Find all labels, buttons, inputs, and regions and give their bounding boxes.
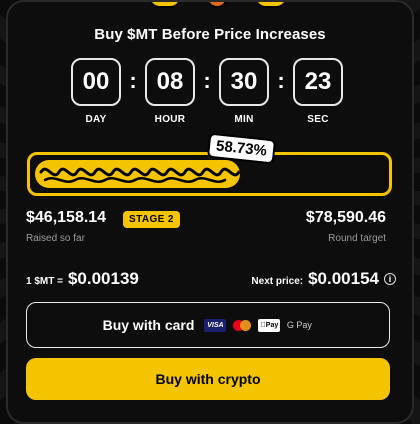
google-pay-icon: G Pay — [286, 320, 312, 330]
next-price-value: $0.00154 — [308, 269, 379, 288]
visa-icon: VISA — [204, 318, 227, 332]
target-label: Round target — [328, 233, 386, 244]
apple-pay-icon: Pay — [258, 318, 281, 332]
raised-amount: $46,158.14 — [26, 209, 107, 226]
payment-icons: VISA Pay G Pay — [204, 318, 313, 332]
target-amount: $78,590.46 — [305, 209, 386, 226]
stage-badge: STAGE 2 — [123, 211, 180, 228]
timer-hours: 08 — [145, 58, 195, 106]
price-row: 1 $MT = $0.00139 Next price: $0.00154 i — [26, 269, 396, 289]
page-title: Buy $MT Before Price Increases — [94, 26, 326, 43]
timer-separator: : — [277, 68, 285, 93]
timer-minutes-label: MIN — [234, 114, 254, 125]
timer-separator: : — [203, 68, 211, 93]
next-price-label: Next price: — [251, 276, 304, 287]
current-price-label: 1 $MT = — [26, 276, 63, 287]
progress-fill — [35, 160, 240, 188]
next-price: Next price: $0.00154 i — [251, 269, 396, 289]
timer-separator: : — [129, 68, 137, 93]
timer-seconds: 23 — [293, 58, 343, 106]
timer-days-label: DAY — [85, 114, 107, 125]
presale-widget: Buy $MT Before Price Increases 00 : 08 :… — [6, 0, 414, 424]
countdown-timer: 00 : 08 : 30 : 23 DAY HOUR MIN SEC — [71, 58, 351, 130]
mastercard-icon — [231, 319, 253, 332]
squiggle-decoration — [39, 167, 240, 183]
presale-progress-bar — [27, 152, 392, 196]
info-icon[interactable]: i — [384, 273, 396, 285]
buy-with-card-label: Buy with card — [102, 317, 195, 333]
timer-days: 00 — [71, 58, 121, 106]
timer-hours-label: HOUR — [154, 114, 186, 125]
timer-minutes: 30 — [219, 58, 269, 106]
timer-seconds-label: SEC — [307, 114, 329, 125]
current-price: 1 $MT = $0.00139 — [26, 269, 139, 289]
buy-with-card-button[interactable]: Buy with card VISA Pay G Pay — [26, 302, 390, 348]
buy-with-crypto-button[interactable]: Buy with crypto — [26, 358, 390, 400]
mascot-illustration — [148, 2, 288, 10]
current-price-value: $0.00139 — [67, 269, 139, 288]
raised-label: Raised so far — [26, 233, 85, 244]
